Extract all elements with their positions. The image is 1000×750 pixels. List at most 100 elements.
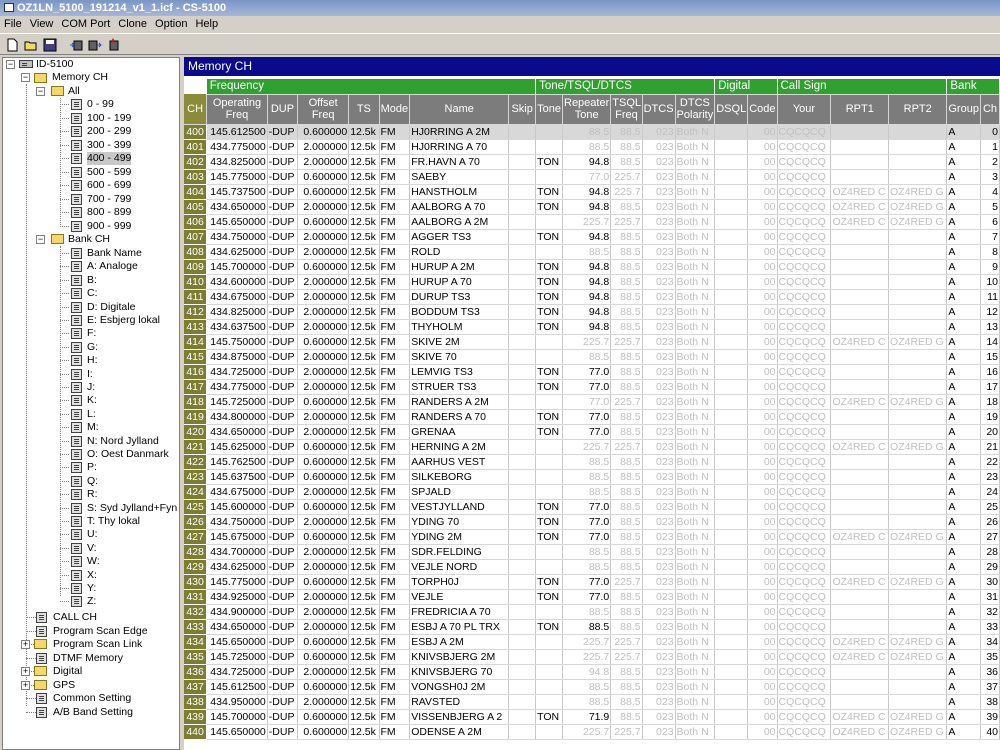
cell-ch[interactable]: 416 xyxy=(184,364,208,380)
cell-tone[interactable] xyxy=(535,649,563,665)
cell-dtcs-polarity[interactable]: Both N xyxy=(675,229,716,245)
cell-offset-freq[interactable]: 0.600000 xyxy=(297,469,350,485)
cell-dsql[interactable] xyxy=(714,544,749,560)
cell-offset-freq[interactable]: 2.000000 xyxy=(297,664,350,680)
cell-rpt2[interactable] xyxy=(888,304,948,320)
cell-mode[interactable]: FM xyxy=(379,199,411,215)
cell-ch[interactable]: 39 xyxy=(980,709,1000,725)
cell-your[interactable]: CQCQCQ xyxy=(777,214,832,230)
cell-operating-freq[interactable]: 145.650000 xyxy=(206,634,268,650)
cell-ts[interactable]: 12.5k xyxy=(348,439,380,455)
menu-view[interactable]: View xyxy=(26,16,58,32)
cell-dtcs[interactable]: 023 xyxy=(642,484,676,500)
cell-name[interactable]: HERNING A 2M xyxy=(409,439,510,455)
cell-tone[interactable]: TON xyxy=(535,229,563,245)
cell-code[interactable]: 00 xyxy=(747,154,778,170)
cell-rpt1[interactable] xyxy=(830,469,890,485)
cell-skip[interactable] xyxy=(508,709,537,725)
cell-tsql-freq[interactable]: 88.5 xyxy=(610,304,643,320)
cell-ts[interactable]: 12.5k xyxy=(348,349,380,365)
cell-offset-freq[interactable]: 2.000000 xyxy=(297,199,350,215)
cell-code[interactable]: 00 xyxy=(747,619,778,635)
cell-name[interactable]: AALBORG A 2M xyxy=(409,214,510,230)
cell-name[interactable]: ODENSE A 2M xyxy=(409,724,510,740)
cell-tone[interactable] xyxy=(535,139,563,155)
cell-tone[interactable]: TON xyxy=(535,409,563,425)
cell-code[interactable]: 00 xyxy=(747,469,778,485)
tree-range-900-999[interactable]: 900 - 999 xyxy=(87,220,131,233)
cell-code[interactable]: 00 xyxy=(747,214,778,230)
cell-code[interactable]: 00 xyxy=(747,724,778,740)
cell-dtcs[interactable]: 023 xyxy=(642,214,676,230)
table-row[interactable]: 421 145.625000 -DUP 0.600000 12.5k FM HERNING … xyxy=(184,439,1000,455)
cell-dup[interactable]: -DUP xyxy=(267,679,299,695)
cell-your[interactable]: CQCQCQ xyxy=(777,499,832,515)
cell-offset-freq[interactable]: 0.600000 xyxy=(297,169,350,185)
cell-ch[interactable]: 402 xyxy=(184,154,208,170)
cell-ch[interactable]: 431 xyxy=(184,589,208,605)
cell-operating-freq[interactable]: 434.650000 xyxy=(206,619,268,635)
cell-dtcs[interactable]: 023 xyxy=(642,634,676,650)
tree-bank-k[interactable]: K: xyxy=(87,394,97,407)
cell-ch[interactable]: 415 xyxy=(184,349,208,365)
cell-dup[interactable]: -DUP xyxy=(267,514,299,530)
cell-ch[interactable]: 3 xyxy=(980,169,1000,185)
cell-repeater-tone[interactable]: 94.8 xyxy=(562,199,612,215)
cell-skip[interactable] xyxy=(508,619,537,635)
cell-rpt1[interactable] xyxy=(830,169,890,185)
cell-tone[interactable]: TON xyxy=(535,154,563,170)
tree-bank-w[interactable]: W: xyxy=(87,555,100,568)
cell-tone[interactable] xyxy=(535,334,563,350)
cell-repeater-tone[interactable]: 88.5 xyxy=(562,604,612,620)
tree-program-scan-link[interactable]: Program Scan Link xyxy=(53,638,142,651)
cell-dup[interactable]: -DUP xyxy=(267,379,299,395)
cell-code[interactable]: 00 xyxy=(747,634,778,650)
cell-group[interactable]: A xyxy=(946,154,981,170)
cell-rpt1[interactable]: OZ4RED C xyxy=(830,709,890,725)
cell-repeater-tone[interactable]: 71.9 xyxy=(562,709,612,725)
tree-bank-ch[interactable]: Bank CH xyxy=(68,233,110,246)
cell-tone[interactable]: TON xyxy=(535,574,563,590)
tree-bank-x[interactable]: X: xyxy=(87,569,97,582)
cell-tsql-freq[interactable]: 88.5 xyxy=(610,544,643,560)
cell-offset-freq[interactable]: 0.600000 xyxy=(297,679,350,695)
cell-dtcs-polarity[interactable]: Both N xyxy=(675,349,716,365)
cell-dsql[interactable] xyxy=(714,184,749,200)
cell-operating-freq[interactable]: 434.725000 xyxy=(206,364,268,380)
cell-dup[interactable]: -DUP xyxy=(267,334,299,350)
cell-dup[interactable]: -DUP xyxy=(267,424,299,440)
table-row[interactable]: 408 434.625000 -DUP 2.000000 12.5k FM ROLD 88.5… xyxy=(184,244,1000,260)
cell-code[interactable]: 00 xyxy=(747,199,778,215)
column-header-dup[interactable]: DUP xyxy=(267,94,299,125)
cell-dup[interactable]: -DUP xyxy=(267,604,299,620)
cell-ch[interactable]: 410 xyxy=(184,274,208,290)
cell-ts[interactable]: 12.5k xyxy=(348,664,380,680)
cell-code[interactable]: 00 xyxy=(747,664,778,680)
cell-ts[interactable]: 12.5k xyxy=(348,394,380,410)
cell-operating-freq[interactable]: 434.875000 xyxy=(206,349,268,365)
cell-rpt1[interactable] xyxy=(830,679,890,695)
cell-operating-freq[interactable]: 434.625000 xyxy=(206,244,268,260)
cell-ts[interactable]: 12.5k xyxy=(348,409,380,425)
cell-dup[interactable]: -DUP xyxy=(267,139,299,155)
tree-bank-y[interactable]: Y: xyxy=(87,582,96,595)
cell-dup[interactable]: -DUP xyxy=(267,229,299,245)
cell-tone[interactable]: TON xyxy=(535,289,563,305)
cell-dtcs-polarity[interactable]: Both N xyxy=(675,199,716,215)
cell-dtcs-polarity[interactable]: Both N xyxy=(675,559,716,575)
cell-code[interactable]: 00 xyxy=(747,334,778,350)
cell-tone[interactable] xyxy=(535,724,563,740)
tree-bank-z[interactable]: Z: xyxy=(87,595,96,608)
tree-bank-e-esbjerg-lokal[interactable]: E: Esbjerg lokal xyxy=(87,314,160,327)
cell-dtcs[interactable]: 023 xyxy=(642,649,676,665)
cell-ch[interactable]: 429 xyxy=(184,559,208,575)
cell-tone[interactable] xyxy=(535,679,563,695)
cell-ch[interactable]: 421 xyxy=(184,439,208,455)
cell-dup[interactable]: -DUP xyxy=(267,664,299,680)
cell-ch[interactable]: 1 xyxy=(980,139,1000,155)
cell-tsql-freq[interactable]: 88.5 xyxy=(610,409,643,425)
cell-dtcs[interactable]: 023 xyxy=(642,664,676,680)
cell-dsql[interactable] xyxy=(714,574,749,590)
cell-rpt2[interactable] xyxy=(888,274,948,290)
cell-rpt1[interactable] xyxy=(830,589,890,605)
